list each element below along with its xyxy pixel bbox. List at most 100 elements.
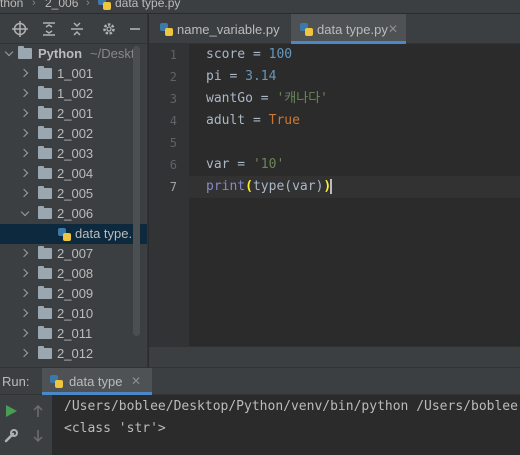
chevron-right-icon[interactable] — [20, 269, 30, 279]
tree-folder-label: 1_001 — [57, 66, 94, 81]
project-pane: Python ~/Deskt 1_001 1_002 2_001 2_002 2… — [0, 14, 148, 367]
chevron-right-icon[interactable] — [20, 69, 30, 79]
tree-folder[interactable]: 1_001 — [0, 64, 147, 84]
collapse-all-icon[interactable] — [69, 21, 85, 37]
line-number: 5 — [169, 136, 177, 150]
tree-folder[interactable]: 2_004 — [0, 164, 147, 184]
editor-tabs: name_variable.py data type.py ✕ — [149, 14, 520, 44]
tree-folder[interactable]: 2_005 — [0, 184, 147, 204]
folder-icon — [38, 86, 52, 99]
line-gutter: 1 2 3 4 5 6 7 — [149, 44, 189, 346]
run-tab[interactable]: data type ✕ — [42, 368, 152, 395]
console-line: <class 'str'> — [64, 421, 166, 436]
arrow-up-icon[interactable] — [30, 403, 46, 419]
python-file-icon — [58, 228, 71, 241]
code-line-7: print(type(var)) — [206, 176, 333, 198]
tree-folder-label: 2_005 — [57, 186, 94, 201]
chevron-down-icon[interactable] — [4, 49, 14, 59]
tree-folder[interactable]: 2_012 — [0, 344, 147, 364]
chevron-down-icon[interactable] — [20, 209, 30, 219]
code-paren-open: ( — [245, 179, 253, 194]
chevron-right-icon[interactable] — [20, 149, 30, 159]
wrench-icon[interactable] — [3, 428, 19, 444]
project-scrollbar[interactable] — [133, 46, 140, 336]
tree-folder[interactable]: 2_003 — [0, 144, 147, 164]
run-tab-label: data type — [69, 374, 123, 389]
folder-icon — [38, 206, 52, 219]
rerun-icon[interactable] — [3, 403, 19, 419]
arrow-down-icon[interactable] — [30, 428, 46, 444]
close-icon[interactable]: ✕ — [131, 374, 141, 388]
run-console[interactable]: /Users/boblee/Desktop/Python/venv/bin/py… — [52, 395, 520, 455]
folder-icon — [38, 126, 52, 139]
chevron-right-icon[interactable] — [20, 189, 30, 199]
folder-icon — [38, 166, 52, 179]
line-number: 4 — [169, 114, 177, 128]
tree-folder[interactable]: 2_010 — [0, 304, 147, 324]
chevron-right-icon[interactable] — [20, 169, 30, 179]
chevron-right-icon[interactable] — [20, 309, 30, 319]
code-line-6: var = '10' — [206, 154, 284, 176]
line-number: 2 — [169, 70, 177, 84]
chevron-right-icon[interactable] — [20, 289, 30, 299]
breadcrumb-project[interactable]: thon — [0, 0, 23, 10]
chevron-right-icon[interactable] — [20, 89, 30, 99]
tab-data-type[interactable]: data type.py ✕ — [291, 14, 406, 44]
code-string: '10' — [252, 157, 285, 172]
close-icon[interactable]: ✕ — [388, 22, 398, 36]
folder-icon — [38, 186, 52, 199]
code-line-2: pi = 3.14 — [206, 66, 276, 88]
tree-folder-open[interactable]: 2_006 — [0, 204, 147, 224]
line-number: 6 — [169, 158, 177, 172]
tab-label: data type.py — [317, 22, 388, 37]
tree-folder[interactable]: 2_008 — [0, 264, 147, 284]
tree-folder[interactable]: 1_002 — [0, 84, 147, 104]
expand-all-icon[interactable] — [41, 21, 57, 37]
code-line-3: wantGo = '캐나다' — [206, 88, 328, 110]
code-operator: = — [221, 69, 246, 84]
tree-folder[interactable]: 2_001 — [0, 104, 147, 124]
tree-folder-label: 2_007 — [57, 246, 94, 261]
tree-folder-label: 2_008 — [57, 266, 94, 281]
code-editor[interactable]: score = 100 pi = 3.14 wantGo = '캐나다' adu… — [189, 44, 520, 346]
chevron-right-icon[interactable] — [20, 249, 30, 259]
line-number: 1 — [169, 48, 177, 62]
tree-folder-label: 2_004 — [57, 166, 94, 181]
code-number: 3.14 — [245, 69, 277, 84]
breadcrumb-separator: › — [32, 0, 36, 9]
folder-icon — [38, 326, 52, 339]
tree-folder-label: 2_003 — [57, 146, 94, 161]
code-operator: = — [252, 91, 277, 106]
tree-file-selected[interactable]: data type. — [0, 224, 147, 244]
crosshair-icon[interactable] — [12, 21, 28, 37]
folder-icon — [38, 106, 52, 119]
chevron-right-icon[interactable] — [20, 109, 30, 119]
code-line-1: score = 100 — [206, 44, 292, 66]
code-variable: wantGo — [206, 91, 253, 106]
chevron-right-icon[interactable] — [20, 329, 30, 339]
tab-name-variable[interactable]: name_variable.py — [149, 14, 289, 44]
tree-folder[interactable]: 2_007 — [0, 244, 147, 264]
run-toolwindow-header: Run: data type ✕ — [0, 367, 520, 395]
gear-icon[interactable] — [101, 21, 117, 37]
breadcrumb-file[interactable]: data type.py — [115, 0, 180, 10]
tree-file-label: data type. — [75, 226, 133, 241]
tree-root[interactable]: Python ~/Deskt — [0, 44, 147, 64]
chevron-right-icon[interactable] — [20, 349, 30, 359]
hide-icon[interactable] — [127, 21, 143, 37]
code-variable: score — [206, 47, 246, 62]
breadcrumb: thon › 2_006 › data type.py — [0, 0, 520, 14]
code-variable: var — [206, 157, 230, 172]
text-caret — [330, 179, 333, 194]
code-variable: adult — [206, 113, 246, 128]
folder-icon — [38, 246, 52, 259]
tree-folder-label: 2_011 — [57, 326, 93, 341]
chevron-right-icon[interactable] — [20, 129, 30, 139]
tree-folder[interactable]: 2_011 — [0, 324, 147, 344]
tree-folder[interactable]: 2_002 — [0, 124, 147, 144]
code-operator: = — [245, 113, 269, 128]
code-line-4: adult = True — [206, 110, 300, 132]
code-string: '캐나다' — [276, 91, 328, 106]
breadcrumb-folder[interactable]: 2_006 — [45, 0, 78, 10]
tree-folder[interactable]: 2_009 — [0, 284, 147, 304]
